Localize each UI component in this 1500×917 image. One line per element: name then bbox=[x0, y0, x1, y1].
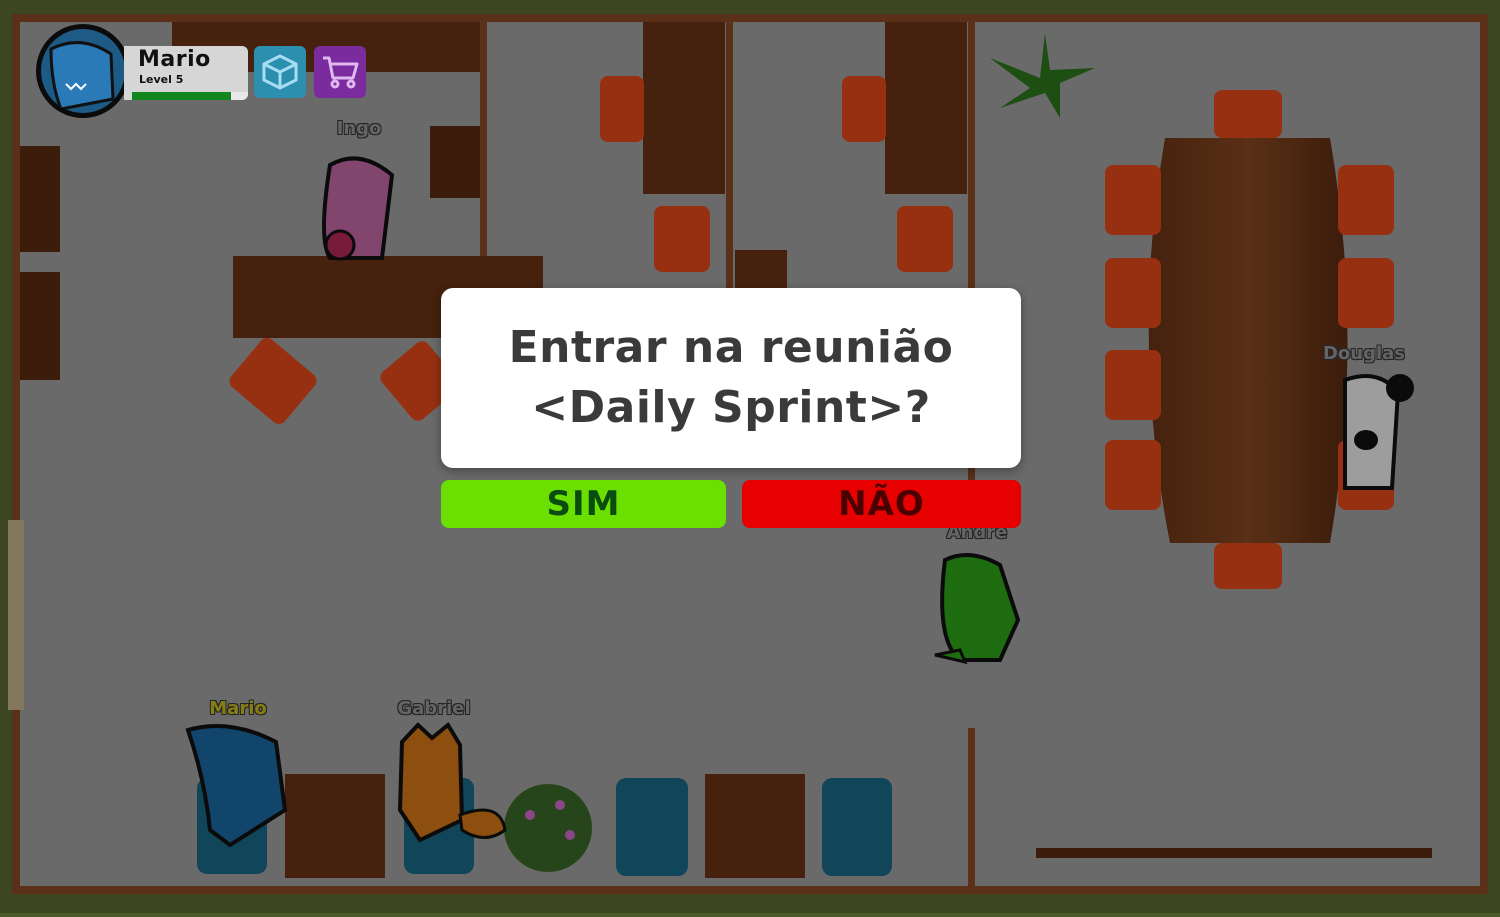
dialog-question-line2: <Daily Sprint>? bbox=[531, 382, 931, 433]
xp-bar bbox=[132, 92, 248, 100]
xp-bar-fill bbox=[132, 92, 231, 100]
no-button[interactable]: NÃO bbox=[742, 480, 1021, 528]
player-hud: Mario Level 5 bbox=[36, 24, 376, 124]
dialog-question-line1: Entrar na reunião bbox=[508, 322, 954, 373]
inventory-button[interactable] bbox=[254, 46, 306, 98]
name-tag-mario: Mario bbox=[209, 698, 267, 719]
shop-button[interactable] bbox=[314, 46, 366, 98]
player-name: Mario bbox=[138, 47, 211, 72]
meeting-dialog: Entrar na reunião <Daily Sprint>? bbox=[441, 288, 1021, 468]
yes-button[interactable]: SIM bbox=[441, 480, 726, 528]
name-tag-douglas: Douglas bbox=[1322, 343, 1406, 364]
shark-avatar-icon bbox=[49, 41, 115, 111]
player-card: Mario Level 5 bbox=[124, 46, 248, 100]
cart-icon bbox=[323, 56, 359, 89]
player-level: Level 5 bbox=[139, 73, 184, 86]
box-icon bbox=[262, 54, 298, 90]
name-tag-gabriel: Gabriel bbox=[397, 698, 471, 719]
character-ingo bbox=[322, 156, 395, 261]
player-avatar[interactable] bbox=[36, 24, 130, 118]
